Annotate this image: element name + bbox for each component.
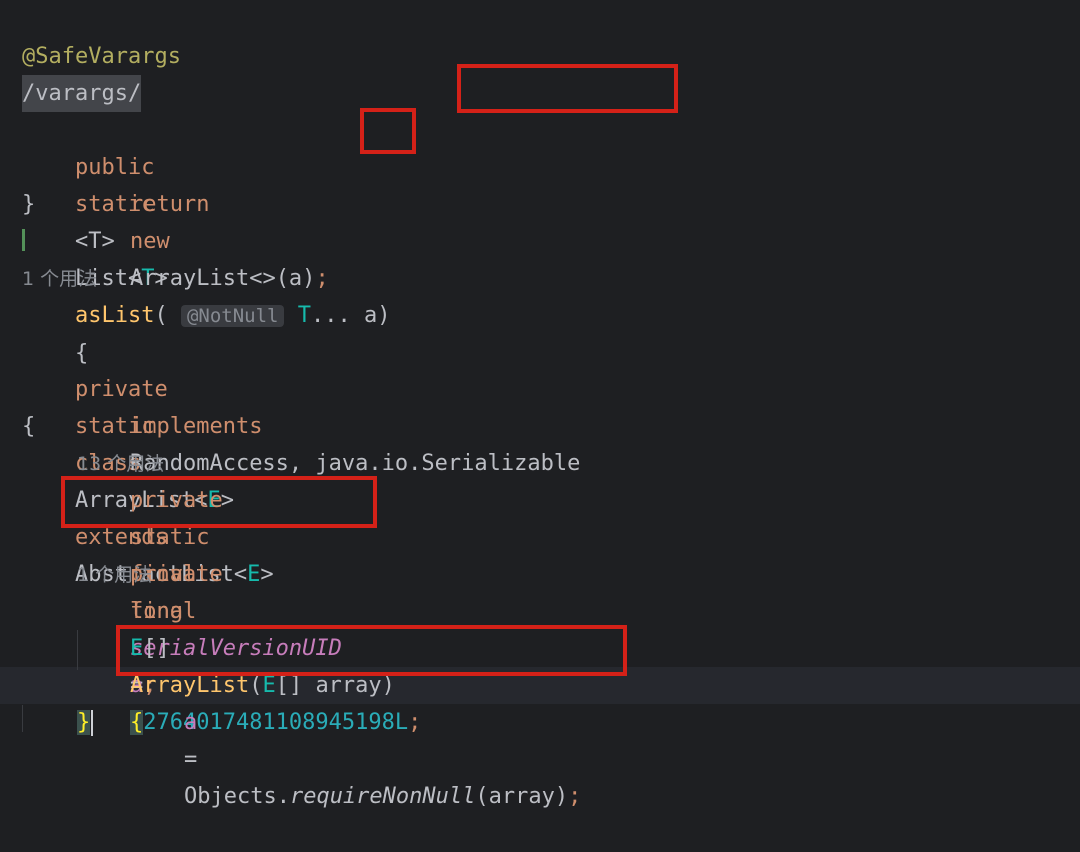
usage-hint[interactable]: 1 个用法 — [22, 261, 97, 298]
code-line-1[interactable]: @SafeVarargs — [0, 1, 1080, 69]
code-line-serial[interactable]: private static final long serialVersionU… — [0, 408, 1080, 735]
matched-close-brace: } — [77, 710, 91, 735]
close-brace: } — [22, 192, 36, 217]
text-caret — [91, 710, 94, 736]
semicolon: ; — [315, 266, 329, 291]
usage-hint[interactable]: 1 个用法 — [77, 557, 152, 594]
code-line-4[interactable]: return new ArrayList<>(a); — [0, 112, 1080, 291]
keyword-return: return — [129, 192, 210, 217]
highlight-box-assignment — [116, 625, 627, 676]
generic-close: > — [262, 266, 276, 291]
type-name: ArrayList< — [129, 266, 263, 291]
highlight-box-call-args — [360, 108, 416, 154]
call-args: (a) — [275, 266, 316, 291]
assign-op: = — [183, 747, 198, 772]
code-line-open-brace[interactable]: { — [0, 371, 1080, 439]
highlight-box-notnull-param — [457, 64, 678, 113]
method-call: requireNonNull — [289, 784, 476, 809]
call-args: (array) — [475, 784, 569, 809]
code-line-5[interactable]: } — [0, 149, 1080, 217]
highlight-box-field-a — [61, 476, 377, 528]
semicolon: ; — [568, 784, 582, 809]
code-line-implements[interactable]: implements RandomAccess, java.io.Seriali… — [0, 334, 1080, 476]
keyword-new: new — [129, 229, 170, 254]
code-editor[interactable]: { "editor": { "lines": { "l1_annotation"… — [0, 0, 1080, 809]
class-ref: Objects. — [183, 784, 290, 809]
code-line-class-decl[interactable]: private static class ArrayList<E> extend… — [0, 297, 1080, 587]
field-ref: a — [183, 710, 198, 735]
